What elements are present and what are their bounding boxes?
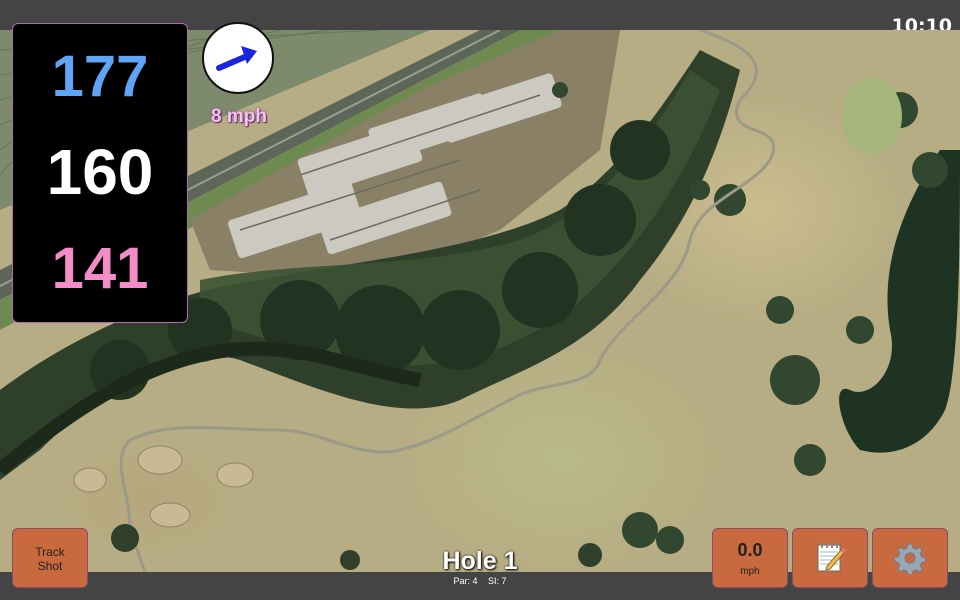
- hole-si: SI: 7: [488, 576, 507, 586]
- speed-value: 0.0: [737, 540, 763, 560]
- middle-distance: 160: [46, 136, 154, 208]
- back-distance: 177: [51, 44, 149, 109]
- hole-par: Par: 4: [453, 576, 478, 586]
- hole-title: Hole 1: [442, 547, 518, 575]
- wind-direction-arrow-icon: [216, 46, 257, 71]
- speed-button[interactable]: 0.0 mph: [712, 528, 788, 588]
- hole-meta: Par: 4 SI: 7: [380, 576, 580, 586]
- front-distance: 141: [51, 236, 149, 301]
- track-shot-label-line2: Shot: [37, 559, 63, 573]
- notes-button[interactable]: [792, 528, 868, 588]
- wind-compass: [202, 22, 274, 94]
- wind-speed: 8 mph: [211, 106, 267, 127]
- speed-unit: mph: [740, 566, 760, 577]
- hole-info: Hole 1 Par: 4 SI: 7: [380, 547, 580, 587]
- track-shot-label-line1: Track: [35, 545, 65, 559]
- distance-panel: 177 160 141: [12, 23, 188, 323]
- notepad-icon: [817, 543, 845, 572]
- settings-button[interactable]: [872, 528, 948, 588]
- track-shot-button[interactable]: Track Shot: [12, 528, 88, 588]
- gear-icon: [894, 543, 926, 574]
